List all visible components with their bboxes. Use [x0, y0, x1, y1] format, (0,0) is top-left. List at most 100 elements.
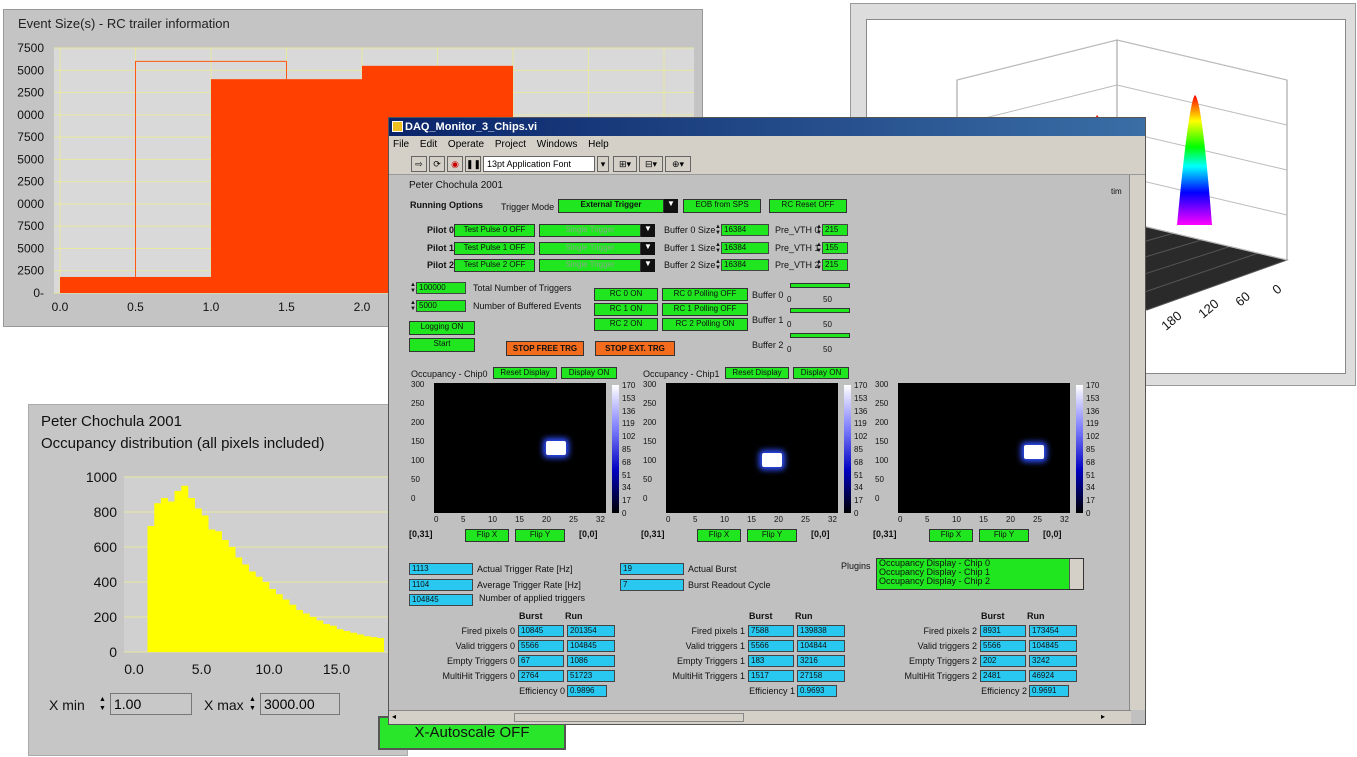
buffer-fill-bar [790, 308, 850, 313]
pause-icon[interactable]: ❚❚ [465, 156, 481, 172]
pre-vth-input[interactable]: 215 [822, 259, 848, 271]
pre-vth-spinner[interactable]: ▲ ▼ [816, 242, 822, 254]
efficiency-value: 0.9693 [797, 685, 837, 697]
pre-vth-input[interactable]: 215 [822, 224, 848, 236]
y-tick-label: 2500 [17, 175, 44, 189]
pre-vth-input[interactable]: 155 [822, 241, 848, 254]
run-continuous-icon[interactable]: ⟳ [429, 156, 445, 172]
colorbar-tick: 85 [622, 445, 631, 454]
stat-label: Fired pixels 0 [461, 626, 515, 636]
font-dropdown-icon[interactable]: ▾ [597, 156, 609, 172]
colorbar-tick: 170 [854, 381, 868, 390]
flip-y-button[interactable]: Flip Y [515, 529, 565, 542]
trigger-type-dropdown-icon[interactable]: ▼ [641, 241, 655, 255]
reset-display-button[interactable]: Reset Display [493, 367, 557, 379]
distribute-icon[interactable]: ⊟▾ [639, 156, 663, 172]
buffer-fill-bar [790, 283, 850, 288]
menu-help[interactable]: Help [588, 139, 609, 150]
colorbar-tick: 51 [854, 470, 863, 480]
pre-vth-spinner[interactable]: ▲ ▼ [816, 224, 822, 236]
menu-project[interactable]: Project [495, 139, 526, 150]
buffer-size-spinner[interactable]: ▲ ▼ [715, 242, 721, 254]
trigger-type-dropdown-icon[interactable]: ▼ [641, 259, 655, 272]
map-y-tick: 250 [643, 399, 657, 408]
menu-operate[interactable]: Operate [448, 139, 484, 150]
buffer-size-input[interactable]: 16384 [721, 259, 769, 271]
buffer-size-spinner[interactable]: ▲ ▼ [715, 259, 721, 271]
scroll-thumb[interactable] [514, 713, 744, 722]
flip-x-button[interactable]: Flip X [929, 529, 973, 542]
flip-y-button[interactable]: Flip Y [979, 529, 1029, 542]
menu-edit[interactable]: Edit [420, 139, 437, 150]
test-pulse-button[interactable]: Test Pulse 1 OFF [454, 241, 535, 255]
reset-display-button[interactable]: Reset Display [725, 367, 789, 379]
rc-polling-button[interactable]: RC 1 Polling OFF [662, 303, 748, 316]
rc-polling-button[interactable]: RC 2 Polling ON [662, 318, 748, 331]
align-icon[interactable]: ⊞▾ [613, 156, 637, 172]
occupancy-map [898, 383, 1070, 513]
logging-button[interactable]: Logging ON [409, 321, 475, 335]
rc-polling-button[interactable]: RC 0 Polling OFF [662, 288, 748, 301]
hit-cluster [546, 441, 566, 455]
front-panel: Peter Chochula 2001 tim Running Options … [389, 175, 1129, 710]
eob-button[interactable]: EOB from SPS [683, 199, 761, 213]
stop-ext-trigger-button[interactable]: STOP EXT. TRG [595, 341, 675, 356]
test-pulse-button[interactable]: Test Pulse 0 OFF [454, 224, 535, 237]
xmin-input[interactable]: 1.00 [110, 693, 192, 715]
colorbar-tick: 136 [1086, 406, 1100, 416]
rc-on-button[interactable]: RC 1 ON [594, 303, 658, 316]
plugins-list[interactable]: Occupancy Display - Chip 0 Occupancy Dis… [876, 558, 1084, 590]
scroll-right-icon[interactable]: ▸ [1101, 713, 1109, 721]
test-pulse-button[interactable]: Test Pulse 2 OFF [454, 259, 535, 272]
reorder-icon[interactable]: ⊕▾ [665, 156, 691, 172]
trigger-mode-select[interactable]: External Trigger [558, 199, 664, 213]
plugins-scrollbar[interactable] [1069, 559, 1083, 589]
trigger-type-select[interactable]: Single Trigger [539, 259, 641, 272]
stat-label: Valid triggers 1 [685, 641, 745, 651]
rc-reset-button[interactable]: RC Reset OFF [769, 199, 847, 213]
corner-left-label: [0,31] [873, 529, 897, 539]
trigger-type-select[interactable]: Single Trigger [539, 241, 641, 255]
pre-vth-spinner[interactable]: ▲ ▼ [816, 259, 822, 271]
buffered-events-spinner[interactable]: ▲ ▼ [410, 300, 416, 312]
flip-x-button[interactable]: Flip X [465, 529, 509, 542]
corner-right-label: [0,0] [811, 529, 830, 539]
plugin-item[interactable]: Occupancy Display - Chip 2 [877, 577, 1083, 586]
abort-icon[interactable]: ◉ [447, 156, 463, 172]
xmax-input[interactable]: 3000.00 [260, 693, 340, 715]
colorbar-tick: 153 [1086, 393, 1100, 403]
horizontal-scrollbar[interactable]: ◂ ▸ [389, 710, 1131, 724]
xmin-spinner[interactable]: ▲ ▼ [99, 695, 108, 713]
flip-x-button[interactable]: Flip X [697, 529, 741, 542]
flip-y-button[interactable]: Flip Y [747, 529, 797, 542]
buffered-events-input[interactable]: 5000 [416, 300, 466, 312]
scroll-left-icon[interactable]: ◂ [392, 713, 400, 721]
colorbar-tick: 102 [622, 432, 636, 442]
display-on-button[interactable]: Display ON [561, 367, 617, 379]
trigger-mode-dropdown-icon[interactable]: ▼ [664, 199, 678, 213]
menu-windows[interactable]: Windows [537, 139, 578, 150]
trigger-type-dropdown-icon[interactable]: ▼ [641, 224, 655, 237]
vertical-scrollbar[interactable] [1129, 175, 1145, 710]
menu-file[interactable]: File [393, 139, 409, 150]
xmax-spinner[interactable]: ▲ ▼ [249, 695, 258, 713]
stop-free-trigger-button[interactable]: STOP FREE TRG [506, 341, 584, 356]
stat-label: Fired pixels 1 [691, 626, 745, 636]
display-on-button[interactable]: Display ON [793, 367, 849, 379]
x-tick-label: 15.0 [323, 661, 350, 677]
buffer-size-input[interactable]: 16384 [721, 241, 769, 254]
rc-on-button[interactable]: RC 2 ON [594, 318, 658, 331]
buffer-size-spinner[interactable]: ▲ ▼ [715, 224, 721, 236]
xmax-label: X max [204, 697, 244, 713]
font-select[interactable]: 13pt Application Font [483, 156, 595, 172]
rc-on-button[interactable]: RC 0 ON [594, 288, 658, 301]
total-triggers-input[interactable]: 100000 [416, 282, 466, 294]
buffer-size-input[interactable]: 16384 [721, 224, 769, 236]
burst-value: 7588 [748, 625, 794, 637]
peak-3 [1177, 95, 1212, 225]
histogram-bar [161, 498, 168, 652]
start-button[interactable]: Start [409, 338, 475, 352]
total-triggers-spinner[interactable]: ▲ ▼ [410, 282, 416, 294]
trigger-type-select[interactable]: Single Trigger [539, 224, 641, 237]
run-arrow-icon[interactable]: ⇨ [411, 156, 427, 172]
